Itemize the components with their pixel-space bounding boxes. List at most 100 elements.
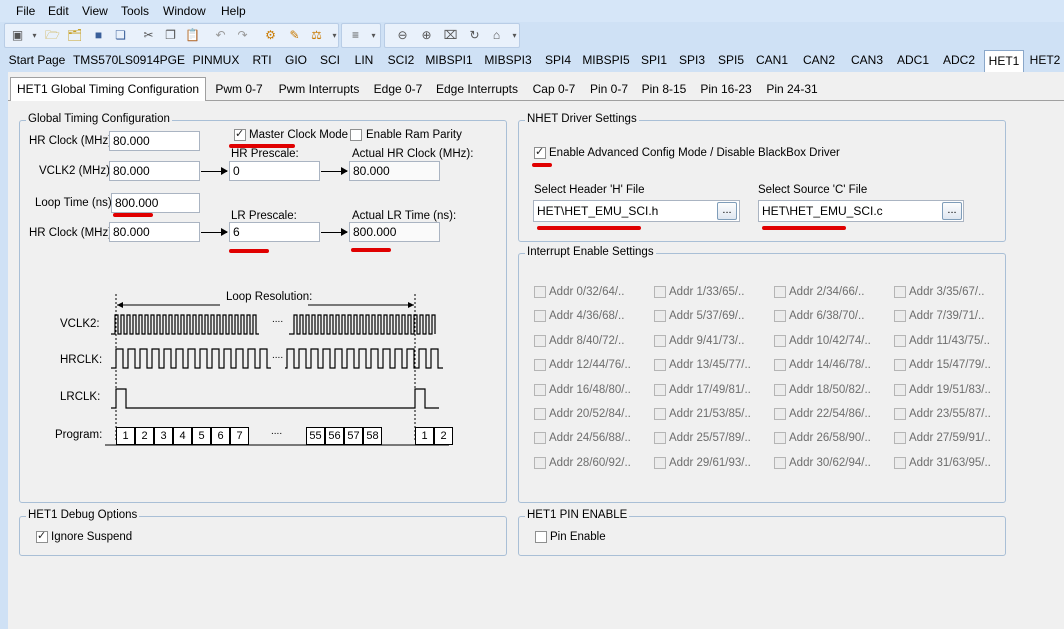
interrupt-checkbox[interactable] — [774, 457, 786, 469]
menu-view[interactable]: View — [82, 4, 108, 18]
edit-icon[interactable]: ✎ — [287, 28, 302, 43]
tab-sci[interactable]: SCI — [314, 50, 346, 71]
menu-file[interactable]: File — [16, 4, 35, 18]
lr-prescale-input[interactable]: 6 — [229, 222, 320, 242]
pin-enable-checkbox[interactable] — [535, 531, 547, 543]
tab-tms570[interactable]: TMS570LS0914PGE — [72, 50, 186, 71]
open-folder-icon[interactable]: 🗁 — [45, 28, 60, 43]
menu-window[interactable]: Window — [163, 4, 206, 18]
forward-icon[interactable]: ⊕ — [419, 28, 434, 43]
tab-gio[interactable]: GIO — [280, 50, 312, 71]
interrupt-checkbox[interactable] — [534, 359, 546, 371]
interrupt-checkbox[interactable] — [654, 408, 666, 420]
tab-pin-0-7[interactable]: Pin 0-7 — [584, 79, 634, 101]
tab-mibspi1[interactable]: MIBSPI1 — [422, 50, 476, 71]
tab-pin-16-23[interactable]: Pin 16-23 — [694, 79, 758, 101]
menu-help[interactable]: Help — [221, 4, 246, 18]
interrupt-checkbox[interactable] — [654, 310, 666, 322]
tab-rti[interactable]: RTI — [246, 50, 278, 71]
back-icon[interactable]: ⊖ — [395, 28, 410, 43]
interrupt-checkbox[interactable] — [654, 286, 666, 298]
paste-icon[interactable]: 📋 — [185, 28, 200, 43]
interrupt-checkbox[interactable] — [654, 335, 666, 347]
interrupt-checkbox[interactable] — [894, 286, 906, 298]
interrupt-checkbox[interactable] — [534, 335, 546, 347]
interrupt-checkbox[interactable] — [534, 286, 546, 298]
file-x-icon[interactable]: ⌧ — [443, 28, 458, 43]
tab-pinmux[interactable]: PINMUX — [188, 50, 244, 71]
cut-icon[interactable]: ✂ — [141, 28, 156, 43]
header-file-input[interactable]: HET\HET_EMU_SCI.h — [533, 200, 740, 222]
tab-pwm-0-7[interactable]: Pwm 0-7 — [208, 79, 270, 101]
tab-mibspi5[interactable]: MIBSPI5 — [578, 50, 634, 71]
interrupt-checkbox[interactable] — [534, 384, 546, 396]
interrupt-checkbox[interactable] — [534, 457, 546, 469]
tab-start-page[interactable]: Start Page — [4, 50, 70, 71]
interrupt-checkbox[interactable] — [894, 457, 906, 469]
interrupt-checkbox[interactable] — [894, 384, 906, 396]
interrupt-checkbox[interactable] — [774, 335, 786, 347]
interrupt-checkbox[interactable] — [534, 432, 546, 444]
interrupt-checkbox[interactable] — [774, 432, 786, 444]
tab-sci2[interactable]: SCI2 — [382, 50, 420, 71]
interrupt-checkbox[interactable] — [654, 359, 666, 371]
source-file-input[interactable]: HET\HET_EMU_SCI.c — [758, 200, 964, 222]
tab-lin[interactable]: LIN — [348, 50, 380, 71]
hr-clock-input[interactable]: 80.000 — [109, 131, 200, 151]
ignore-suspend-checkbox[interactable] — [36, 529, 48, 543]
tab-can2[interactable]: CAN2 — [798, 50, 840, 71]
tab-mibspi3[interactable]: MIBSPI3 — [478, 50, 538, 71]
stack-icon[interactable]: ≡ — [348, 28, 363, 43]
tab-pin-24-31[interactable]: Pin 24-31 — [760, 79, 824, 101]
tab-cap-0-7[interactable]: Cap 0-7 — [526, 79, 582, 101]
interrupt-checkbox[interactable] — [894, 335, 906, 347]
new-project-icon[interactable]: ▣ — [10, 28, 25, 43]
settings-icon[interactable]: ⚖ — [309, 28, 324, 43]
save-all-icon[interactable]: ❏ — [113, 28, 128, 43]
refresh-icon[interactable]: ↻ — [467, 28, 482, 43]
interrupt-checkbox[interactable] — [534, 310, 546, 322]
tab-edge-0-7[interactable]: Edge 0-7 — [368, 79, 428, 101]
menu-edit[interactable]: Edit — [48, 4, 69, 18]
save-icon[interactable]: ■ — [91, 28, 106, 43]
interrupt-checkbox[interactable] — [894, 310, 906, 322]
interrupt-checkbox[interactable] — [654, 457, 666, 469]
enable-advanced-config-checkbox[interactable] — [534, 145, 546, 159]
open-icon[interactable]: 🗂 — [67, 28, 82, 43]
redo-icon[interactable]: ↷ — [235, 28, 250, 43]
tab-spi1[interactable]: SPI1 — [636, 50, 672, 71]
browse-source-button[interactable]: ... — [942, 202, 962, 220]
interrupt-checkbox[interactable] — [654, 432, 666, 444]
tab-spi5[interactable]: SPI5 — [712, 50, 750, 71]
interrupt-checkbox[interactable] — [774, 359, 786, 371]
tab-can1[interactable]: CAN1 — [752, 50, 792, 71]
master-clock-mode-checkbox[interactable] — [234, 127, 246, 141]
chevron-down-icon[interactable]: ▾ — [507, 28, 522, 43]
tab-global-timing[interactable]: HET1 Global Timing Configuration — [10, 77, 206, 102]
tab-adc2[interactable]: ADC2 — [938, 50, 980, 71]
tab-spi3[interactable]: SPI3 — [674, 50, 710, 71]
interrupt-checkbox[interactable] — [774, 310, 786, 322]
loop-time-input[interactable]: 800.000 — [111, 193, 200, 213]
interrupt-checkbox[interactable] — [894, 432, 906, 444]
home-icon[interactable]: ⌂ — [489, 28, 504, 43]
interrupt-checkbox[interactable] — [774, 384, 786, 396]
tab-adc1[interactable]: ADC1 — [892, 50, 934, 71]
tab-pin-8-15[interactable]: Pin 8-15 — [636, 79, 692, 101]
interrupt-checkbox[interactable] — [534, 408, 546, 420]
tab-het2[interactable]: HET2 — [1026, 50, 1064, 71]
interrupt-checkbox[interactable] — [894, 408, 906, 420]
chevron-down-icon[interactable]: ▾ — [366, 28, 381, 43]
interrupt-checkbox[interactable] — [654, 384, 666, 396]
interrupt-checkbox[interactable] — [774, 286, 786, 298]
interrupt-checkbox[interactable] — [894, 359, 906, 371]
copy-icon[interactable]: ❐ — [163, 28, 178, 43]
menu-tools[interactable]: Tools — [121, 4, 149, 18]
chevron-down-icon[interactable]: ▾ — [27, 28, 42, 43]
generate-code-icon[interactable]: ⚙ — [263, 28, 278, 43]
hr-prescale-input[interactable]: 0 — [229, 161, 320, 181]
undo-icon[interactable]: ↶ — [213, 28, 228, 43]
tab-can3[interactable]: CAN3 — [846, 50, 888, 71]
chevron-down-icon[interactable]: ▾ — [327, 28, 342, 43]
interrupt-checkbox[interactable] — [774, 408, 786, 420]
